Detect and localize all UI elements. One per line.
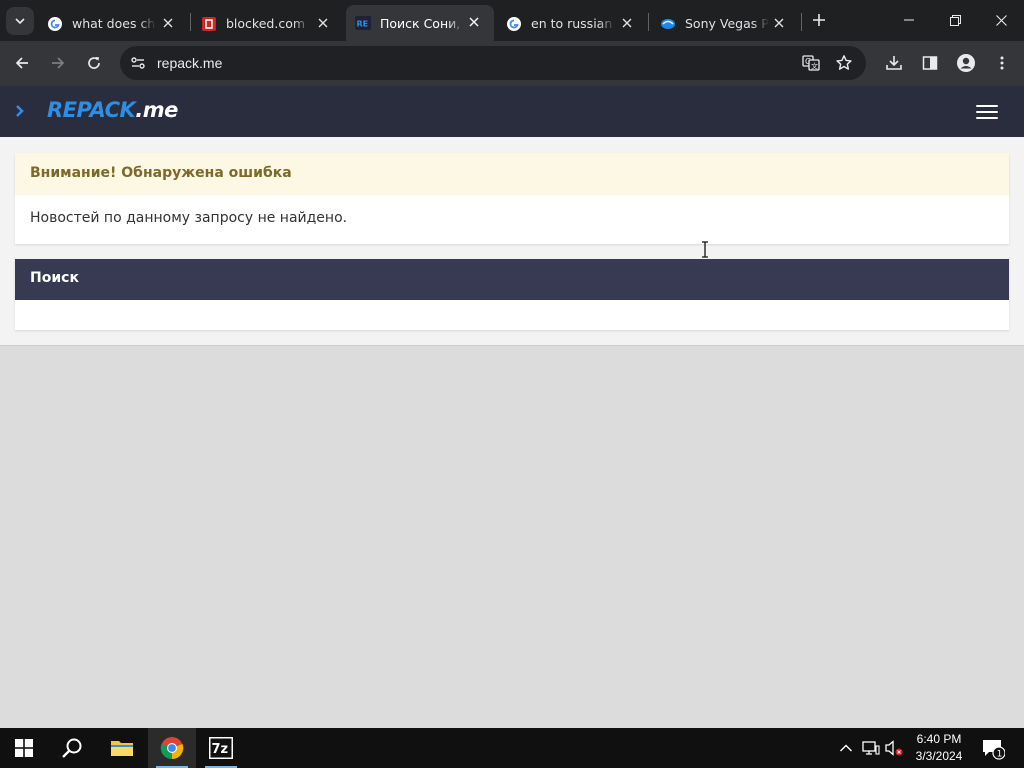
tab-separator bbox=[801, 13, 802, 31]
repack-favicon: RE bbox=[355, 15, 371, 31]
side-panel-button[interactable] bbox=[916, 49, 944, 77]
tab-title: Поиск Сони, на bbox=[380, 15, 464, 31]
hamburger-menu-icon[interactable] bbox=[972, 100, 1002, 124]
network-icon[interactable] bbox=[861, 738, 881, 758]
blocked-icon bbox=[201, 16, 217, 32]
7zip-button[interactable]: 7z bbox=[197, 728, 245, 768]
site-logo[interactable]: REPACK.me bbox=[47, 98, 178, 122]
forward-button[interactable] bbox=[44, 49, 72, 77]
chrome-taskbar-button[interactable] bbox=[148, 728, 196, 768]
menu-button[interactable] bbox=[988, 49, 1016, 77]
chevron-down-icon bbox=[15, 18, 25, 25]
reload-icon bbox=[88, 57, 100, 69]
bookmark-star-icon[interactable] bbox=[832, 51, 856, 75]
minimize-icon bbox=[904, 19, 914, 21]
close-window-button[interactable] bbox=[978, 0, 1024, 40]
chevron-right-icon[interactable] bbox=[12, 101, 28, 121]
more-vert-icon bbox=[1000, 56, 1004, 70]
browser-tab[interactable]: blocked.com bbox=[193, 6, 343, 41]
error-alert: Внимание! Обнаружена ошибка Новостей по … bbox=[15, 153, 1009, 244]
windows-logo-icon bbox=[15, 739, 33, 757]
download-icon bbox=[886, 56, 902, 70]
close-tab-icon[interactable] bbox=[315, 15, 331, 31]
translate-icon[interactable]: G文 bbox=[799, 51, 823, 75]
text-cursor-icon bbox=[702, 241, 708, 258]
back-arrow-icon bbox=[15, 57, 28, 69]
side-panel-icon bbox=[922, 56, 938, 70]
content-divider bbox=[0, 345, 1024, 346]
web-page: REPACK.me Внимание! Обнаружена ошибка Но… bbox=[0, 86, 1024, 728]
svg-text:7z: 7z bbox=[212, 742, 229, 757]
chevron-up-icon[interactable] bbox=[836, 738, 856, 758]
alert-title: Внимание! Обнаружена ошибка bbox=[15, 153, 1009, 195]
reload-button[interactable] bbox=[80, 49, 108, 77]
close-tab-icon[interactable] bbox=[160, 15, 176, 31]
new-tab-button[interactable] bbox=[808, 9, 830, 31]
windows-taskbar: 7z 6:40 PM 3/3/2024 1 bbox=[0, 728, 1024, 768]
alert-message: Новостей по данному запросу не найдено. bbox=[30, 210, 348, 226]
url-text[interactable]: repack.me bbox=[157, 55, 222, 71]
profile-button[interactable] bbox=[952, 49, 980, 77]
browser-tab-strip: what does chizi blocked.com RE Поиск Сон… bbox=[0, 0, 1024, 41]
plus-icon bbox=[813, 14, 825, 26]
browser-tab[interactable]: what does chizi bbox=[40, 6, 188, 41]
close-tab-icon[interactable] bbox=[619, 15, 635, 31]
tab-title: what does chizi bbox=[72, 16, 156, 31]
browser-tab[interactable]: en to russian - bbox=[497, 6, 647, 41]
site-header: REPACK.me bbox=[0, 86, 1024, 137]
tab-title: en to russian - bbox=[531, 16, 615, 31]
restore-icon bbox=[949, 14, 961, 26]
file-explorer-button[interactable] bbox=[98, 728, 146, 768]
logo-tld: .me bbox=[135, 98, 178, 122]
back-button[interactable] bbox=[8, 49, 36, 77]
close-icon bbox=[995, 14, 1007, 26]
browser-tab[interactable]: Sony Vegas Pro bbox=[651, 6, 799, 41]
google-icon bbox=[506, 16, 522, 32]
clock-time: 6:40 PM bbox=[916, 732, 962, 746]
search-icon bbox=[62, 738, 82, 758]
restore-button[interactable] bbox=[932, 0, 978, 40]
browser-toolbar: repack.me G文 bbox=[0, 41, 1024, 86]
tab-search-button[interactable] bbox=[6, 7, 34, 35]
profile-avatar-icon bbox=[957, 54, 975, 72]
svg-text:文: 文 bbox=[811, 62, 818, 71]
logo-brand: REPACK bbox=[47, 98, 136, 122]
tab-separator bbox=[648, 13, 649, 31]
volume-muted-icon[interactable] bbox=[884, 738, 904, 758]
search-panel: Поиск bbox=[15, 259, 1009, 330]
site-settings-icon[interactable] bbox=[126, 51, 150, 75]
chrome-icon bbox=[160, 737, 184, 760]
content-area: Внимание! Обнаружена ошибка Новостей по … bbox=[0, 137, 1024, 346]
folder-icon bbox=[111, 741, 133, 756]
search-button[interactable] bbox=[48, 728, 96, 768]
forward-arrow-icon bbox=[52, 57, 65, 69]
notification-center-button[interactable]: 1 bbox=[980, 736, 1006, 762]
minimize-button[interactable] bbox=[886, 0, 932, 40]
tab-title: Sony Vegas Pro bbox=[685, 16, 769, 31]
taskbar-clock[interactable]: 6:40 PM 3/3/2024 bbox=[906, 731, 972, 765]
tab-separator bbox=[190, 13, 191, 31]
7zip-icon: 7z bbox=[209, 737, 233, 759]
search-heading: Поиск bbox=[15, 259, 1009, 300]
sony-icon bbox=[660, 16, 676, 32]
clock-date: 3/3/2024 bbox=[915, 749, 963, 763]
notification-icon: 1 bbox=[983, 740, 1005, 760]
svg-text:RE: RE bbox=[357, 20, 369, 29]
browser-tab-active[interactable]: RE Поиск Сони, на bbox=[346, 5, 494, 41]
google-icon bbox=[47, 16, 63, 32]
start-button[interactable] bbox=[0, 728, 48, 768]
tab-title: blocked.com bbox=[226, 16, 306, 31]
address-bar[interactable]: repack.me G文 bbox=[120, 46, 866, 80]
download-button[interactable] bbox=[880, 49, 908, 77]
notification-count: 1 bbox=[997, 750, 1003, 760]
close-tab-icon[interactable] bbox=[771, 15, 787, 31]
close-tab-icon[interactable] bbox=[466, 14, 482, 30]
